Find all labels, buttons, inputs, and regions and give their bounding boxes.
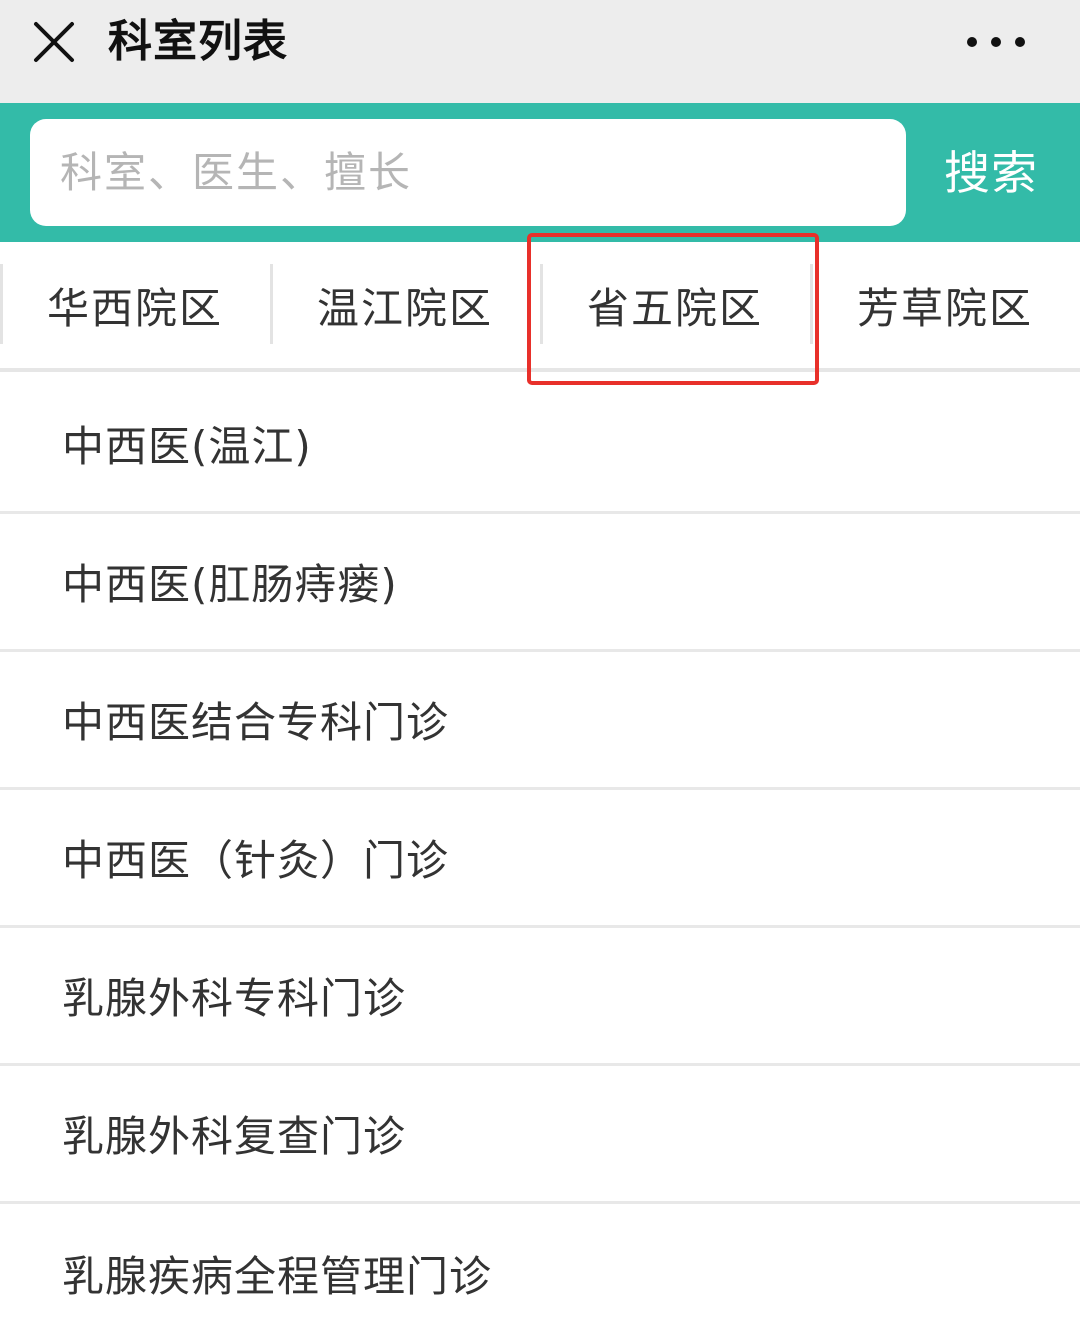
tab-wenjiang[interactable]: 温江院区 bbox=[270, 242, 540, 368]
list-item[interactable]: 中西医结合专科门诊 bbox=[0, 652, 1080, 790]
search-input[interactable] bbox=[30, 119, 906, 226]
title-bar: 科室列表 bbox=[0, 0, 1080, 103]
list-item[interactable]: 乳腺外科专科门诊 bbox=[0, 928, 1080, 1066]
tab-shengwu[interactable]: 省五院区 bbox=[540, 242, 810, 368]
list-item[interactable]: 中西医(温江) bbox=[0, 376, 1080, 514]
tab-huaxi[interactable]: 华西院区 bbox=[0, 242, 270, 368]
list-item[interactable]: 中西医(肛肠痔瘘) bbox=[0, 514, 1080, 652]
tab-fangcao[interactable]: 芳草院区 bbox=[810, 242, 1080, 368]
page-title: 科室列表 bbox=[108, 16, 288, 67]
search-button[interactable]: 搜索 bbox=[944, 143, 1038, 203]
list-item[interactable]: 乳腺外科复查门诊 bbox=[0, 1066, 1080, 1204]
campus-tabs: 华西院区 温江院区 省五院区 芳草院区 bbox=[0, 242, 1080, 372]
department-list: 中西医(温江) 中西医(肛肠痔瘘) 中西医结合专科门诊 中西医（针灸）门诊 乳腺… bbox=[0, 376, 1080, 1342]
search-bar: 搜索 bbox=[0, 103, 1080, 242]
list-item[interactable]: 乳腺疾病全程管理门诊 bbox=[0, 1204, 1080, 1342]
list-item[interactable]: 中西医（针灸）门诊 bbox=[0, 790, 1080, 928]
close-icon[interactable] bbox=[30, 18, 78, 66]
more-icon[interactable] bbox=[956, 22, 1036, 62]
